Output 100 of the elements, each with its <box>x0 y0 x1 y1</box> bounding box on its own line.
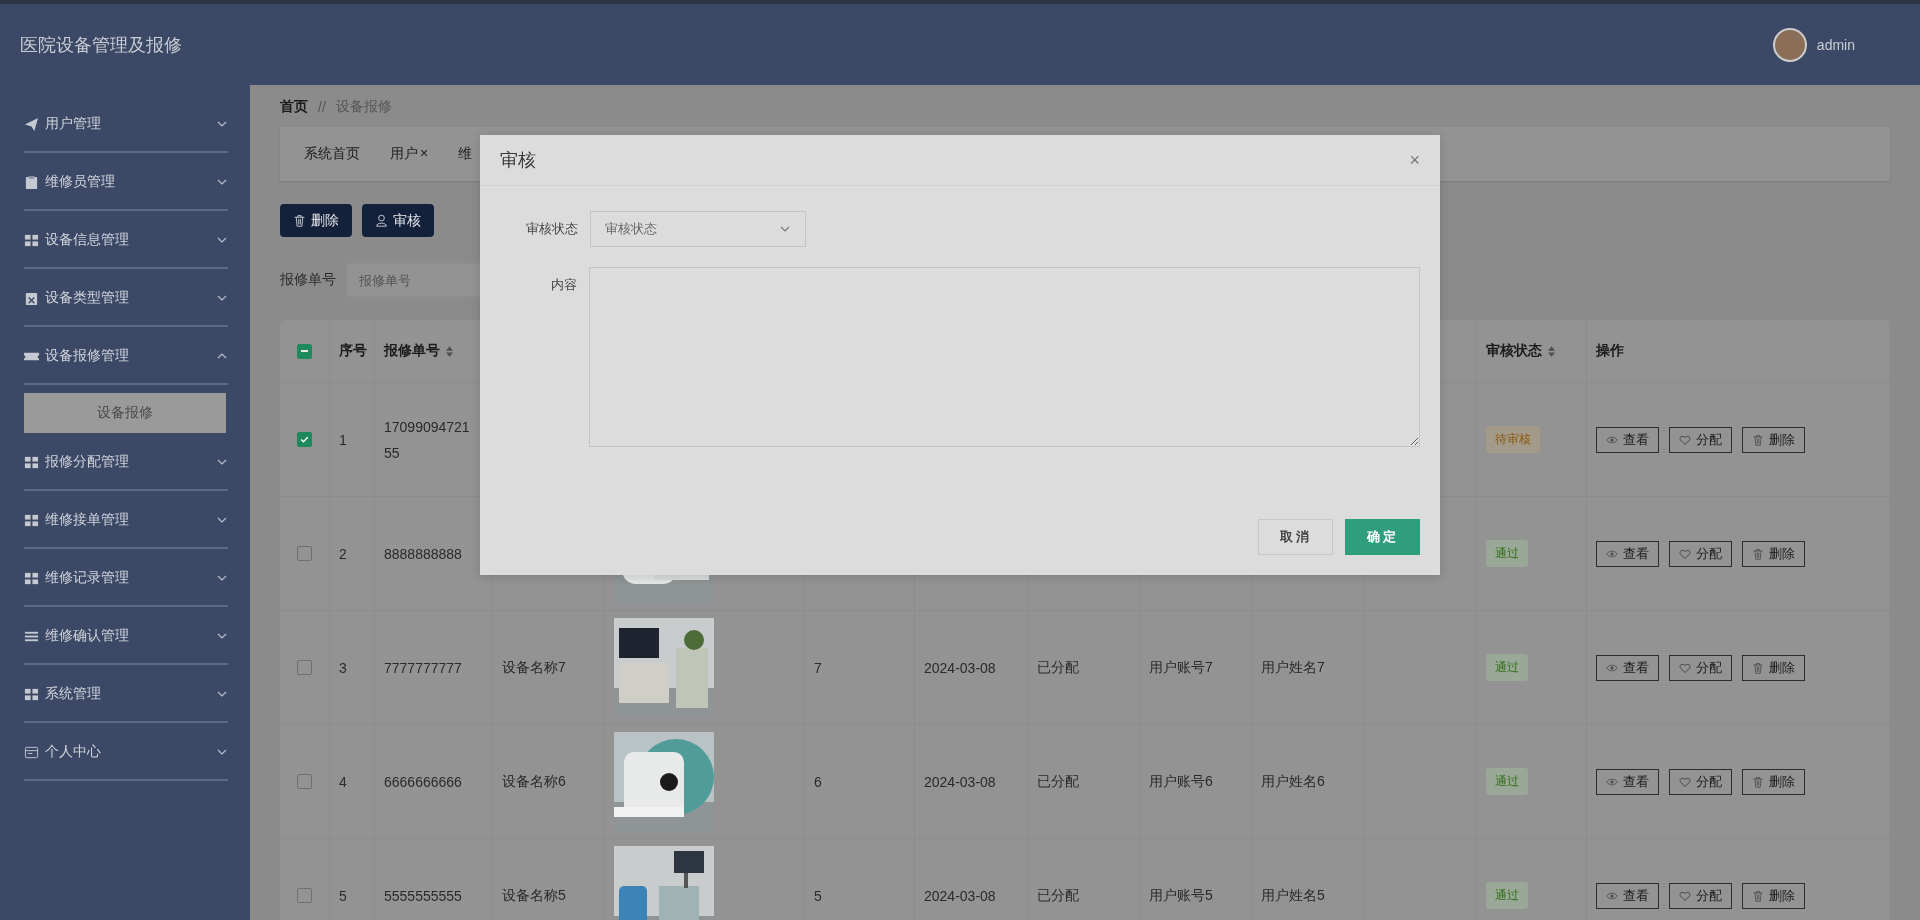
sidebar-item[interactable]: 维修确认管理 <box>24 609 228 665</box>
table-cell: 用户账号6 <box>1149 772 1213 791</box>
close-button[interactable]: × <box>1409 149 1420 171</box>
table-cell: 5 <box>814 887 822 904</box>
grid-icon <box>24 232 39 248</box>
row-checkbox[interactable] <box>297 888 312 903</box>
table-cell: 2 <box>339 545 347 562</box>
delete-button[interactable]: 删除 <box>1742 540 1805 567</box>
table-cell: 1 <box>339 431 347 448</box>
grid-icon <box>24 512 39 528</box>
row-checkbox[interactable] <box>297 546 312 561</box>
assign-button[interactable]: 分配 <box>1669 654 1732 681</box>
delete-button[interactable]: 删除 <box>1742 768 1805 795</box>
heart-icon <box>1679 433 1691 446</box>
table-cell-text: 6666666666 <box>384 772 463 792</box>
assign-button[interactable]: 分配 <box>1669 882 1732 909</box>
view-button[interactable]: 查看 <box>1596 540 1659 567</box>
table-cell: 用户姓名6 <box>1261 772 1325 791</box>
delete-button[interactable]: 删除 <box>1742 426 1805 453</box>
status-tag: 通过 <box>1486 768 1528 795</box>
column-header[interactable]: 报修单号 <box>384 342 440 360</box>
confirm-button[interactable]: 确定 <box>1345 519 1420 555</box>
table-cell: 7 <box>814 659 822 676</box>
cancel-button[interactable]: 取消 <box>1258 519 1333 555</box>
table-cell-text: 7777777777 <box>384 658 463 678</box>
field-label: 报修单号 <box>280 271 336 289</box>
field-label: 审核状态 <box>525 220 578 238</box>
status-tag: 通过 <box>1486 540 1528 567</box>
column-header: 序号 <box>339 342 367 360</box>
clipboard-icon <box>24 290 39 306</box>
table-cell: 2024-03-08 <box>924 887 996 904</box>
trash-icon <box>1752 547 1764 560</box>
grid-icon <box>24 570 39 586</box>
tab[interactable]: 用户× <box>382 139 437 169</box>
check-icon <box>299 434 310 445</box>
dialog-title: 审核 <box>500 149 536 172</box>
delete-button[interactable]: 删除 <box>280 204 352 237</box>
row-checkbox[interactable] <box>297 432 312 447</box>
sidebar-item[interactable]: 设备信息管理 <box>24 213 228 269</box>
table-cell: 用户账号7 <box>1149 658 1213 677</box>
assign-button[interactable]: 分配 <box>1669 540 1732 567</box>
table-cell: 4 <box>339 773 347 790</box>
paper-plane-icon <box>24 116 39 132</box>
delete-button[interactable]: 删除 <box>1742 882 1805 909</box>
sidebar-item[interactable]: 维修接单管理 <box>24 493 228 549</box>
heart-icon <box>1679 889 1691 902</box>
trash-icon <box>1752 433 1764 446</box>
table-cell: 6 <box>814 773 822 790</box>
grid-icon <box>24 454 39 470</box>
heart-icon <box>1679 661 1691 674</box>
table-cell: 用户账号5 <box>1149 886 1213 905</box>
sidebar-item[interactable]: 系统管理 <box>24 667 228 723</box>
heart-icon <box>1679 547 1691 560</box>
avatar[interactable] <box>1772 27 1807 62</box>
table-cell: 用户姓名5 <box>1261 886 1325 905</box>
table-cell-text: 8888888888 <box>384 544 463 564</box>
assign-button[interactable]: 分配 <box>1669 768 1732 795</box>
tab[interactable]: 系统首页 <box>296 139 368 169</box>
submenu-item[interactable]: 设备报修 <box>24 393 226 433</box>
table-cell: 已分配 <box>1037 886 1079 905</box>
trash-icon <box>293 214 306 227</box>
sidebar-item[interactable]: 维修员管理 <box>24 155 228 211</box>
sidebar-item[interactable]: 设备报修管理 <box>24 329 228 385</box>
table-cell: 2024-03-08 <box>924 659 996 676</box>
sidebar-item[interactable]: 个人中心 <box>24 725 228 781</box>
review-button[interactable]: 审核 <box>362 204 434 237</box>
select-field[interactable]: 审核状态 <box>590 211 806 247</box>
sort-icon[interactable] <box>1548 345 1555 357</box>
trash-icon <box>1752 889 1764 902</box>
app-title: 医院设备管理及报修 <box>20 33 182 57</box>
status-tag: 通过 <box>1486 882 1528 909</box>
table-cell: 3 <box>339 659 347 676</box>
row-checkbox[interactable] <box>297 660 312 675</box>
view-button[interactable]: 查看 <box>1596 768 1659 795</box>
sidebar-item[interactable]: 设备类型管理 <box>24 271 228 327</box>
view-button[interactable]: 查看 <box>1596 654 1659 681</box>
breadcrumb-separator: // <box>318 99 326 115</box>
clipboard-icon <box>24 174 39 190</box>
row-checkbox[interactable] <box>297 774 312 789</box>
assign-button[interactable]: 分配 <box>1669 426 1732 453</box>
trash-icon <box>1752 775 1764 788</box>
table-cell: 用户姓名7 <box>1261 658 1325 677</box>
field-label: 内容 <box>550 276 578 294</box>
table-cell: 设备名称7 <box>502 658 566 677</box>
select-all-checkbox[interactable] <box>297 343 312 359</box>
view-button[interactable]: 查看 <box>1596 882 1659 909</box>
sidebar-item[interactable]: 报修分配管理 <box>24 435 228 491</box>
delete-button[interactable]: 删除 <box>1742 654 1805 681</box>
table-cell-text: 5555555555 <box>384 886 463 906</box>
grid-icon <box>24 686 39 702</box>
tab[interactable]: 维 <box>450 139 481 169</box>
sort-icon[interactable] <box>446 345 453 357</box>
breadcrumb-link[interactable]: 首页 <box>280 98 308 116</box>
column-header[interactable]: 审核状态 <box>1486 342 1542 360</box>
heart-icon <box>1679 775 1691 788</box>
sidebar-item[interactable]: 用户管理 <box>24 97 228 153</box>
sidebar-item[interactable]: 维修记录管理 <box>24 551 228 607</box>
view-button[interactable]: 查看 <box>1596 426 1659 453</box>
table-cell: 设备名称5 <box>502 886 566 905</box>
user-name[interactable]: admin <box>1816 36 1855 53</box>
